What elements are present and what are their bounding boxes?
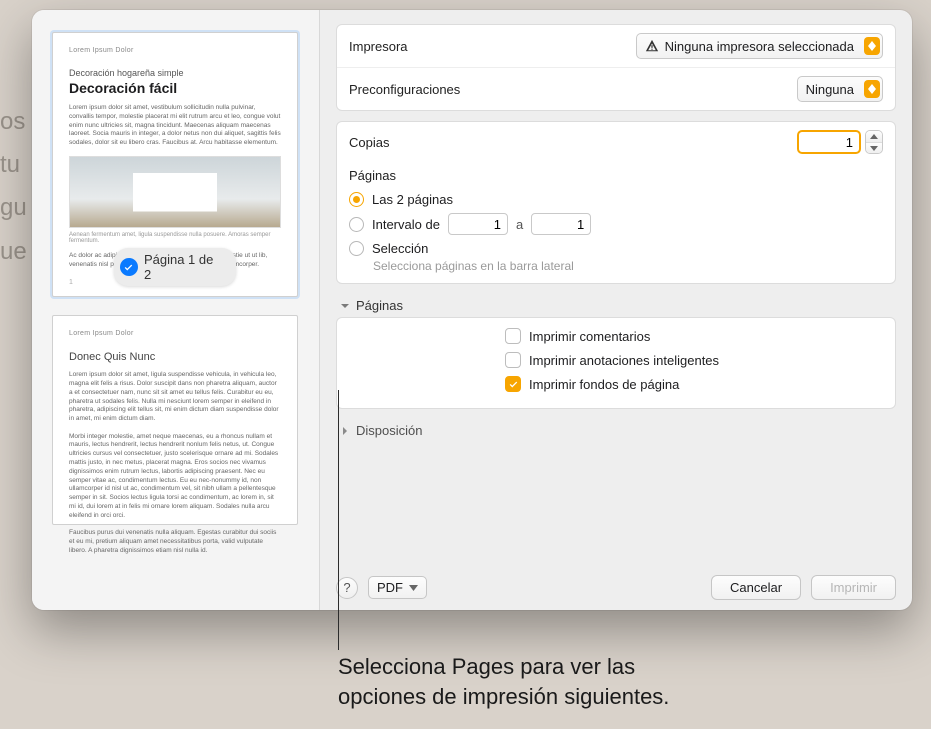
copies-pages-group: Copias Páginas Las 2 páginas Intervalo d… [336,121,896,284]
print-backgrounds-row[interactable]: Imprimir fondos de página [505,372,679,396]
radio-selection[interactable] [349,241,364,256]
callout-text: Selecciona Pages para ver las opciones d… [338,652,669,711]
thumb-caption: Aenean fermentum amet, ligula suspendiss… [69,232,281,244]
callout-leader-line [338,390,339,650]
range-separator: a [516,217,523,232]
chevron-down-icon [409,585,418,591]
page-thumbnail-1[interactable]: Lorem Ipsum Dolor Decoración hogareña si… [52,32,298,297]
updown-icon [864,37,880,55]
thumb-body: Lorem ipsum dolor sit amet, vestibulum s… [69,104,281,148]
print-backgrounds-label: Imprimir fondos de página [529,377,679,392]
checkbox-print-comments[interactable] [505,328,521,344]
copies-input[interactable] [797,130,861,154]
thumb2-title: Donec Quis Nunc [69,351,281,363]
checkbox-print-backgrounds[interactable] [505,376,521,392]
copies-row: Copias [337,122,895,162]
printer-presets-group: Impresora Ninguna impresora seleccionada… [336,24,896,111]
print-annotations-row[interactable]: Imprimir anotaciones inteligentes [505,348,719,372]
printer-popup[interactable]: Ninguna impresora seleccionada [636,33,883,59]
preview-sidebar: Lorem Ipsum Dolor Decoración hogareña si… [32,10,320,610]
copies-label: Copias [349,135,389,150]
presets-row: Preconfiguraciones Ninguna [337,67,895,110]
pdf-label: PDF [377,580,403,595]
print-comments-label: Imprimir comentarios [529,329,650,344]
dialog-footer: ? PDF Cancelar Imprimir [336,569,896,600]
print-options-pane: Impresora Ninguna impresora seleccionada… [320,10,912,610]
thumb-title: Decoración fácil [69,80,281,96]
layout-section-title: Disposición [356,423,422,438]
print-dialog: Lorem Ipsum Dolor Decoración hogareña si… [32,10,912,610]
radio-range[interactable] [349,217,364,232]
page-indicator-label: Página 1 de 2 [144,252,224,282]
radio-all-pages[interactable] [349,192,364,207]
help-button[interactable]: ? [336,577,358,599]
page-indicator-badge: Página 1 de 2 [114,248,236,286]
range-from-input[interactable] [448,213,508,235]
pdf-menu[interactable]: PDF [368,576,427,599]
presets-value: Ninguna [806,82,854,97]
pages-range-label: Intervalo de [372,217,440,232]
updown-icon [864,80,880,98]
range-to-input[interactable] [531,213,591,235]
pages-range-row[interactable]: Intervalo de a [337,210,895,238]
stepper-down[interactable] [866,142,882,153]
copies-stepper[interactable] [865,130,883,154]
cancel-button[interactable]: Cancelar [711,575,801,600]
pages-disclosure[interactable]: Páginas [336,294,896,317]
callout-line2: opciones de impresión siguientes. [338,684,669,709]
printer-value: Ninguna impresora seleccionada [665,39,854,54]
presets-popup[interactable]: Ninguna [797,76,883,102]
pages-all-row[interactable]: Las 2 páginas [337,189,895,210]
thumb-header: Lorem Ipsum Dolor [69,47,281,54]
thumb2-header: Lorem Ipsum Dolor [69,330,281,337]
print-annotations-label: Imprimir anotaciones inteligentes [529,353,719,368]
pages-selection-label: Selección [372,241,428,256]
stepper-up[interactable] [866,131,882,142]
checkbox-print-annotations[interactable] [505,352,521,368]
layout-disclosure[interactable]: Disposición [336,419,896,442]
pages-selection-hint: Selecciona páginas en la barra lateral [337,259,895,283]
printer-label: Impresora [349,39,408,54]
chevron-right-icon [340,426,350,436]
pages-selection-row[interactable]: Selección [337,238,895,259]
pages-all-label: Las 2 páginas [372,192,453,207]
presets-label: Preconfiguraciones [349,82,460,97]
thumb-subtitle: Decoración hogareña simple [69,68,281,78]
print-comments-row[interactable]: Imprimir comentarios [505,324,650,348]
page-thumbnail-2[interactable]: Lorem Ipsum Dolor Donec Quis Nunc Lorem … [52,315,298,525]
callout-line1: Selecciona Pages para ver las [338,654,635,679]
thumb2-body: Lorem ipsum dolor sit amet, ligula suspe… [69,371,281,555]
background-text: ostuguue [0,100,27,273]
warning-icon [645,39,659,54]
pages-label: Páginas [337,162,895,189]
pages-options-group: Imprimir comentarios Imprimir anotacione… [336,317,896,409]
print-button[interactable]: Imprimir [811,575,896,600]
printer-row: Impresora Ninguna impresora seleccionada [337,25,895,67]
check-icon [120,258,138,276]
pages-section-title: Páginas [356,298,403,313]
chevron-down-icon [340,301,350,311]
thumb-photo [69,156,281,228]
